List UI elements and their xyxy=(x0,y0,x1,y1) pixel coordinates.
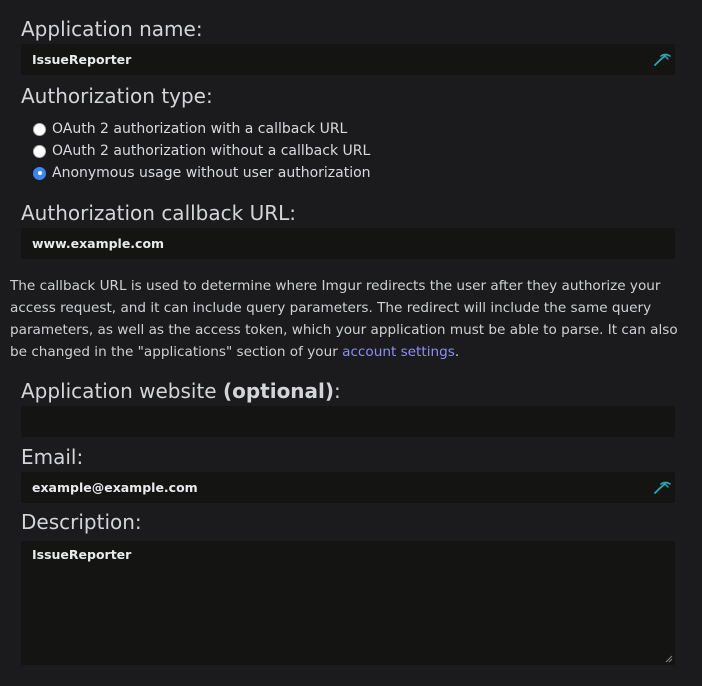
callback-url-value: www.example.com xyxy=(32,236,165,251)
description-value: IssueReporter xyxy=(32,547,132,562)
app-name-label: Application name: xyxy=(21,17,203,41)
radio-button[interactable] xyxy=(33,144,46,158)
email-label: Email: xyxy=(21,445,84,469)
website-label: Application website (optional): xyxy=(21,379,341,403)
radio-label: Anonymous usage without user authorizati… xyxy=(52,165,371,181)
app-name-input[interactable]: IssueReporter xyxy=(21,44,675,75)
app-name-value: IssueReporter xyxy=(32,52,132,67)
resize-grip-icon[interactable] xyxy=(665,655,673,663)
description-textarea[interactable]: IssueReporter xyxy=(21,541,675,665)
radio-anonymous[interactable]: Anonymous usage without user authorizati… xyxy=(33,163,371,183)
callback-help-text: The callback URL is used to determine wh… xyxy=(10,275,690,363)
radio-button-selected[interactable] xyxy=(33,166,46,180)
radio-label: OAuth 2 authorization with a callback UR… xyxy=(52,121,348,137)
email-value: example@example.com xyxy=(32,480,198,495)
account-settings-link[interactable]: account settings xyxy=(342,344,455,360)
callback-url-label: Authorization callback URL: xyxy=(21,201,296,225)
website-label-optional: (optional) xyxy=(222,379,335,403)
help-text-end: . xyxy=(454,344,460,360)
autofill-key-icon[interactable] xyxy=(653,51,671,67)
website-label-suffix: : xyxy=(334,379,341,403)
description-label: Description: xyxy=(21,510,142,534)
website-label-main: Application website xyxy=(21,379,223,403)
autofill-key-icon[interactable] xyxy=(653,479,671,495)
radio-label: OAuth 2 authorization without a callback… xyxy=(52,143,371,159)
radio-oauth-callback[interactable]: OAuth 2 authorization with a callback UR… xyxy=(33,119,347,139)
radio-button[interactable] xyxy=(33,122,46,136)
website-input[interactable] xyxy=(21,406,675,437)
callback-url-input[interactable]: www.example.com xyxy=(21,228,675,259)
auth-type-label: Authorization type: xyxy=(21,84,213,108)
radio-oauth-no-callback[interactable]: OAuth 2 authorization without a callback… xyxy=(33,141,370,161)
email-input[interactable]: example@example.com xyxy=(21,472,675,503)
